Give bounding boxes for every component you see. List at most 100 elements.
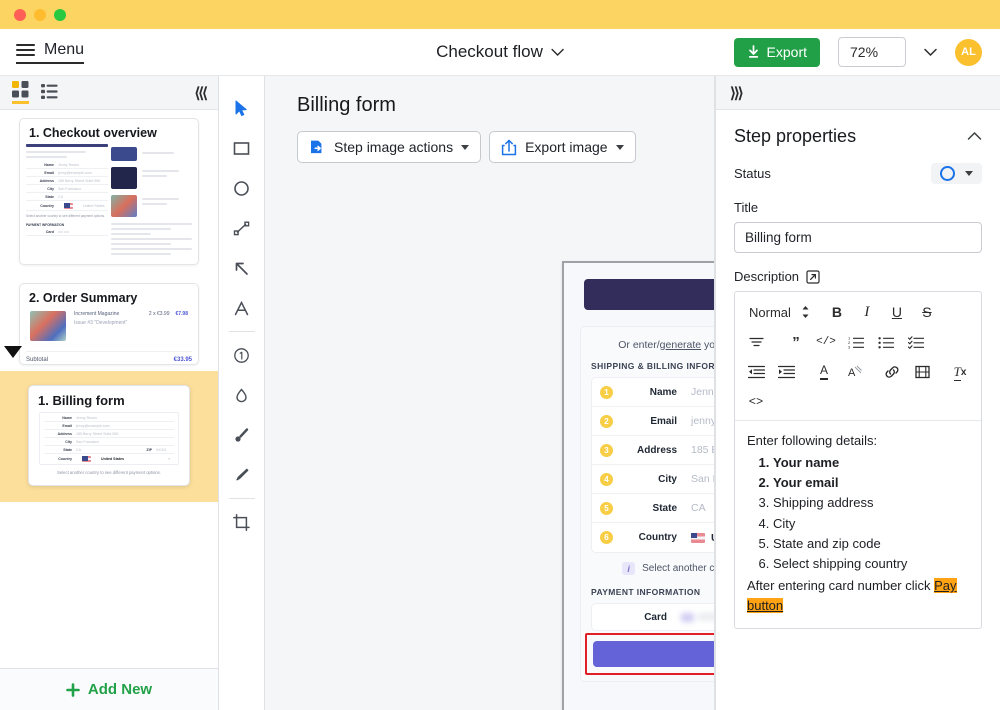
generate-link[interactable]: generate <box>660 339 701 351</box>
step-thumbnail-3[interactable]: 1. Billing form NameJenny Rosen Emailjen… <box>0 371 218 502</box>
pay-now-button[interactable]: Pay now ❯ <box>584 279 715 310</box>
field-row-address[interactable]: 3 Address 185 Berry Street Suite 550 <box>592 436 715 465</box>
maximize-window-button[interactable] <box>54 9 66 21</box>
italic-button[interactable]: I <box>854 300 880 324</box>
collapse-sidebar-button[interactable]: ⟨⟨⟨ <box>194 84 206 102</box>
app-window: Menu Checkout flow Export 72% <box>0 0 1000 710</box>
canvas-action-bar: Step image actions Export image <box>265 117 714 163</box>
underline-button[interactable]: U <box>884 300 910 324</box>
add-new-step-button[interactable]: Add New <box>0 668 218 710</box>
download-icon <box>747 45 760 59</box>
canvas-area[interactable]: Billing form Step image actions Export <box>265 76 715 710</box>
source-code-button[interactable]: <> <box>743 390 769 414</box>
step-image-actions-button[interactable]: Step image actions <box>297 131 481 163</box>
clear-format-button[interactable]: Tx <box>947 360 973 384</box>
mini-field-value: CA <box>76 448 81 452</box>
export-button[interactable]: Export <box>734 38 820 67</box>
chevron-down-icon <box>616 145 624 150</box>
description-editor: Normal B I U S <box>734 291 982 629</box>
field-label: Address <box>623 445 677 456</box>
scroll-position-marker[interactable] <box>4 346 22 358</box>
rectangle-icon <box>232 139 251 158</box>
rectangle-tool[interactable] <box>222 128 262 168</box>
status-dropdown[interactable] <box>931 163 982 184</box>
field-row-state-zip[interactable]: 5 State CA ZIP 94103 <box>592 494 715 523</box>
pay-button-wrapper: Pay €33.95 <box>591 639 715 669</box>
mini-field-label: Email <box>44 424 72 428</box>
field-row-email[interactable]: 2 Email jenny@example.com <box>592 407 715 436</box>
link-button[interactable] <box>879 360 905 384</box>
text-tool[interactable] <box>222 288 262 328</box>
ordered-list-button[interactable]: 1 2 3 <box>843 330 869 354</box>
minimize-window-button[interactable] <box>34 9 46 21</box>
grid-view-icon[interactable] <box>12 81 29 104</box>
field-label: State <box>623 503 677 514</box>
line-icon <box>232 219 251 238</box>
steps-thumbnail-list[interactable]: 1. Checkout overview NameJenny Rosen Ema… <box>0 110 218 668</box>
avatar[interactable]: AL <box>955 39 982 66</box>
chevron-down-icon <box>551 48 564 57</box>
close-window-button[interactable] <box>14 9 26 21</box>
pay-amount-button[interactable]: Pay €33.95 <box>593 641 715 667</box>
step-thumbnail-2[interactable]: 2. Order Summary Increment Magazine 2 x … <box>0 265 218 365</box>
outdent-button[interactable] <box>743 360 769 384</box>
list-item: Select shipping country <box>773 554 969 574</box>
counter-tool[interactable] <box>222 335 262 375</box>
field-row-name[interactable]: 1 Name Jenny Rosen <box>592 378 715 407</box>
zoom-chevron-down-icon[interactable] <box>924 48 937 57</box>
field-row-city[interactable]: 4 City San Francisco <box>592 465 715 494</box>
mini-field-label: Name <box>44 416 72 420</box>
marker-tool[interactable] <box>222 455 262 495</box>
document-title-dropdown[interactable]: Checkout flow <box>436 42 564 62</box>
zoom-value[interactable]: 72% <box>838 37 906 67</box>
export-image-button[interactable]: Export image <box>489 131 635 163</box>
arrow-tool[interactable] <box>222 248 262 288</box>
field-value: Jenny Rosen <box>691 386 715 398</box>
highlight-color-button[interactable]: A <box>841 360 867 384</box>
app-header: Menu Checkout flow Export 72% <box>0 29 1000 76</box>
canvas-step-title: Billing form <box>265 76 714 117</box>
properties-sidebar-header: ⟩⟩⟩ <box>716 76 1000 110</box>
description-content[interactable]: Enter following details: Your name Your … <box>735 421 981 628</box>
collapse-properties-button[interactable]: ⟩⟩⟩ <box>730 84 742 102</box>
flag-icon <box>64 203 73 209</box>
text-color-button[interactable]: A <box>811 360 837 384</box>
open-external-icon[interactable] <box>806 270 820 284</box>
bold-button[interactable]: B <box>824 300 850 324</box>
mini-field-label: Country <box>44 457 72 461</box>
brush-tool[interactable] <box>222 415 262 455</box>
strikethrough-button[interactable]: S <box>914 300 940 324</box>
menu-label: Menu <box>44 41 84 59</box>
ellipse-tool[interactable] <box>222 168 262 208</box>
chevron-up-icon[interactable] <box>967 129 982 144</box>
indent-button[interactable] <box>773 360 799 384</box>
menu-button[interactable]: Menu <box>16 41 84 64</box>
select-tool[interactable] <box>222 88 262 128</box>
field-row-country[interactable]: 6 Country United States ▾ <box>592 523 715 552</box>
step-thumbnail-1[interactable]: 1. Checkout overview NameJenny Rosen Ema… <box>0 110 218 265</box>
list-item: City <box>773 514 969 534</box>
bullet-list-button[interactable] <box>873 330 899 354</box>
blockquote-button[interactable]: ” <box>783 330 809 354</box>
code-block-button[interactable]: </> <box>813 330 839 354</box>
line-tool[interactable] <box>222 208 262 248</box>
card-field-row[interactable]: Card 4242 4242 4242 MM / YY <box>591 603 715 631</box>
step-thumbnail-title: 2. Order Summary <box>20 284 198 309</box>
title-input[interactable] <box>734 222 982 253</box>
editor-format-select[interactable]: Normal <box>743 305 814 320</box>
svg-text:3: 3 <box>848 345 851 350</box>
export-image-label: Export image <box>525 139 607 155</box>
or-suffix: your shipping and payment details below <box>701 339 715 351</box>
step-thumbnail-title: 1. Billing form <box>29 386 189 412</box>
check-list-button[interactable] <box>903 330 929 354</box>
arrow-icon <box>232 259 251 278</box>
blur-tool[interactable] <box>222 375 262 415</box>
list-view-icon[interactable] <box>41 83 58 103</box>
mini-field-value: San Francisco <box>76 440 99 444</box>
align-button[interactable] <box>743 330 769 354</box>
main-body: ⟨⟨⟨ 1. Checkout overview <box>0 76 1000 710</box>
video-button[interactable] <box>909 360 935 384</box>
screenshot-artboard[interactable]: Pay now ❯ Or enter/generate your shippin… <box>562 261 715 710</box>
mini-field-label: Address <box>26 179 54 183</box>
crop-tool[interactable] <box>222 502 262 542</box>
